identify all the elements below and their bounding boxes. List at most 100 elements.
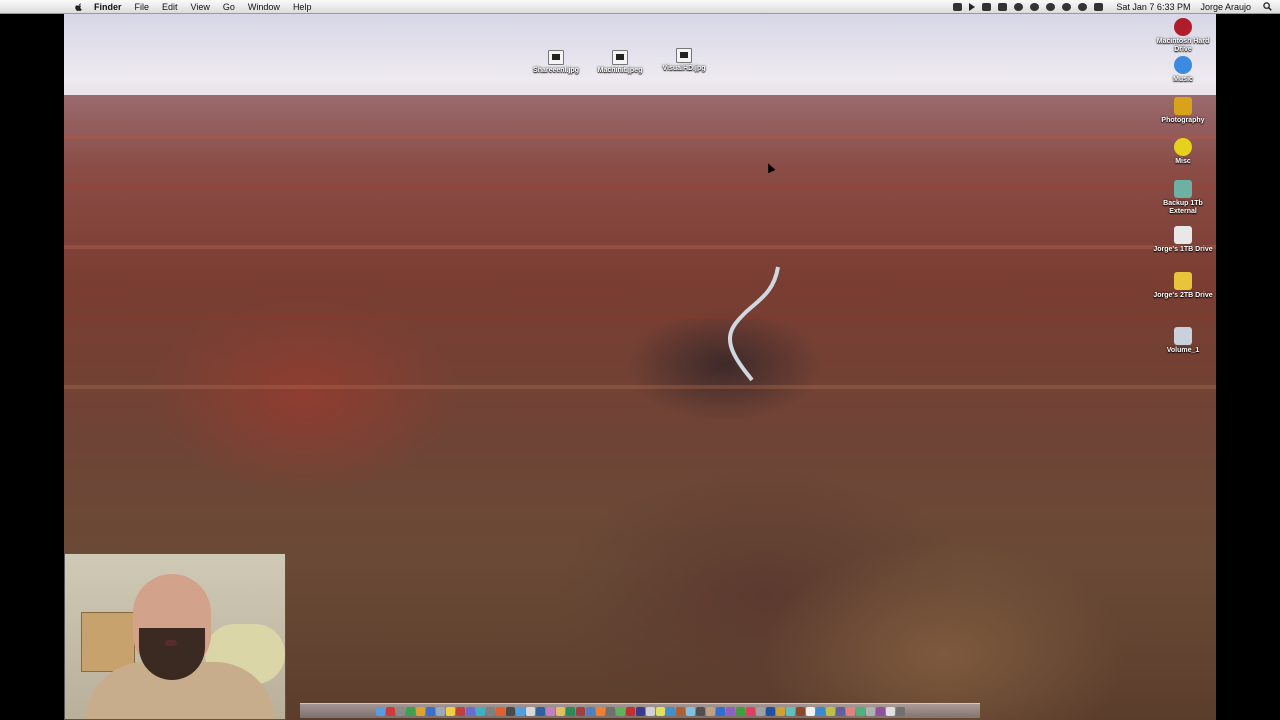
dock-app-icon[interactable] xyxy=(835,706,845,716)
dock-app-icon[interactable] xyxy=(765,706,775,716)
dock-app-icon[interactable] xyxy=(865,706,875,716)
dock-app-icon[interactable] xyxy=(895,706,905,716)
volume-icon[interactable] xyxy=(1094,2,1104,11)
usb-drive-icon xyxy=(1174,226,1192,244)
play-icon[interactable] xyxy=(969,2,976,11)
network-volume-icon xyxy=(1174,327,1192,345)
menu-go[interactable]: Go xyxy=(223,2,235,12)
desktop-file[interactable]: Shareeenl.jpg xyxy=(524,50,588,75)
dock-app-icon[interactable] xyxy=(675,706,685,716)
dock-app-icon[interactable] xyxy=(695,706,705,716)
menu-file[interactable]: File xyxy=(135,2,150,12)
menu-window[interactable]: Window xyxy=(248,2,280,12)
time-machine-icon[interactable] xyxy=(1078,2,1088,11)
dock-app-icon[interactable] xyxy=(635,706,645,716)
gauge-icon[interactable] xyxy=(1030,2,1040,11)
dock-app-icon[interactable] xyxy=(665,706,675,716)
record-icon[interactable] xyxy=(1046,2,1056,11)
dock-app-icon[interactable] xyxy=(525,706,535,716)
dock-app-icon[interactable] xyxy=(825,706,835,716)
dock-app-icon[interactable] xyxy=(715,706,725,716)
dock-app-icon[interactable] xyxy=(475,706,485,716)
dock-app-icon[interactable] xyxy=(775,706,785,716)
dock-app-icon[interactable] xyxy=(545,706,555,716)
dock-app-icon[interactable] xyxy=(785,706,795,716)
dock-app-icon[interactable] xyxy=(875,706,885,716)
menu-bar: Finder File Edit View Go Window Help Sat… xyxy=(0,0,1280,14)
screen-recording-icon[interactable] xyxy=(953,2,963,11)
dock-app-icon[interactable] xyxy=(645,706,655,716)
desktop-drive[interactable]: Music xyxy=(1151,56,1215,84)
dock-app-icon[interactable] xyxy=(585,706,595,716)
drive-icon xyxy=(1174,18,1192,36)
paw-icon[interactable] xyxy=(1014,2,1024,11)
dock-app-icon[interactable] xyxy=(745,706,755,716)
dock-app-icon[interactable] xyxy=(685,706,695,716)
music-drive-icon xyxy=(1174,56,1192,74)
desktop-file[interactable]: VisualHD.jpg xyxy=(652,48,716,73)
dock-app-icon[interactable] xyxy=(655,706,665,716)
dock-app-icon[interactable] xyxy=(555,706,565,716)
dock-app-icon[interactable] xyxy=(885,706,895,716)
menu-user[interactable]: Jorge Araujo xyxy=(1200,2,1251,12)
dock-app-icon[interactable] xyxy=(795,706,805,716)
dock-app-icon[interactable] xyxy=(505,706,515,716)
menu-edit[interactable]: Edit xyxy=(162,2,178,12)
desktop-file[interactable]: Machinit.jpeg xyxy=(588,50,652,75)
dock-app-icon[interactable] xyxy=(465,706,475,716)
dock-app-icon[interactable] xyxy=(385,706,395,716)
menu-help[interactable]: Help xyxy=(293,2,312,12)
webcam-dresser xyxy=(81,612,135,672)
dock-app-icon[interactable] xyxy=(755,706,765,716)
external-drive-icon xyxy=(1174,180,1192,198)
dock-app-icon[interactable] xyxy=(455,706,465,716)
desktop-drive[interactable]: Macintosh Hard Drive xyxy=(1151,18,1215,54)
dock-app-icon[interactable] xyxy=(855,706,865,716)
desktop-drive[interactable]: Photography xyxy=(1151,97,1215,125)
desktop-drive[interactable]: Volume_1 xyxy=(1151,327,1215,355)
menu-clock[interactable]: Sat Jan 7 6:33 PM xyxy=(1116,2,1190,12)
dropbox-icon[interactable] xyxy=(982,2,992,11)
menu-extras: Sat Jan 7 6:33 PM Jorge Araujo xyxy=(953,2,1280,12)
wallpaper-river xyxy=(727,266,780,382)
desktop-drive[interactable]: Jorge's 1TB Drive xyxy=(1151,226,1215,254)
dock-app-icon[interactable] xyxy=(495,706,505,716)
image-file-icon xyxy=(676,48,692,63)
dock-app-icon[interactable] xyxy=(725,706,735,716)
dock-app-icon[interactable] xyxy=(445,706,455,716)
dock-app-icon[interactable] xyxy=(395,706,405,716)
desktop-drive[interactable]: Misc xyxy=(1151,138,1215,166)
dock-app-icon[interactable] xyxy=(815,706,825,716)
dock-app-icon[interactable] xyxy=(615,706,625,716)
spotlight-search-icon[interactable] xyxy=(1263,2,1272,11)
dock-app-icon[interactable] xyxy=(805,706,815,716)
desktop-drive[interactable]: Jorge's 2TB Drive xyxy=(1151,272,1215,300)
dock-app-icon[interactable] xyxy=(595,706,605,716)
dock-app-icon[interactable] xyxy=(485,706,495,716)
dock-app-icon[interactable] xyxy=(415,706,425,716)
dock-app-icon[interactable] xyxy=(735,706,745,716)
dock-app-icon[interactable] xyxy=(535,706,545,716)
dock-app-icon[interactable] xyxy=(425,706,435,716)
dock-app-icon[interactable] xyxy=(405,706,415,716)
menu-finder[interactable]: Finder xyxy=(94,2,122,12)
dock-app-icon[interactable] xyxy=(515,706,525,716)
dock-app-icon[interactable] xyxy=(435,706,445,716)
smiley-drive-icon xyxy=(1174,138,1192,156)
dock-app-icon[interactable] xyxy=(625,706,635,716)
menu-view[interactable]: View xyxy=(191,2,210,12)
dock-app-icon[interactable] xyxy=(375,706,385,716)
webcam-mouth xyxy=(165,640,177,646)
video-letterbox-left xyxy=(0,0,64,720)
desktop-drive[interactable]: Backup 1Tb External xyxy=(1151,180,1215,216)
sync-icon[interactable] xyxy=(1062,2,1072,11)
dock-app-icon[interactable] xyxy=(575,706,585,716)
dock-app-icon[interactable] xyxy=(605,706,615,716)
apple-menu-icon[interactable] xyxy=(74,2,84,12)
dock-app-icon[interactable] xyxy=(565,706,575,716)
copy-icon[interactable] xyxy=(998,2,1008,11)
webcam-overlay xyxy=(64,553,286,720)
dock-app-icon[interactable] xyxy=(705,706,715,716)
dock-app-icon[interactable] xyxy=(845,706,855,716)
camera-drive-icon xyxy=(1174,97,1192,115)
